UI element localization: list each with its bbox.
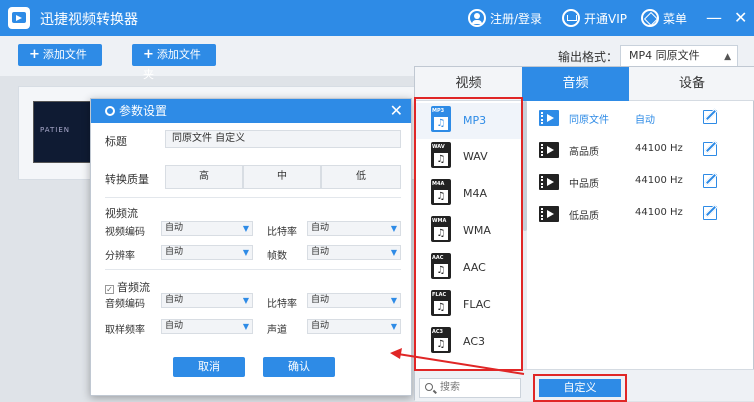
annotation-arrow [390, 348, 525, 375]
